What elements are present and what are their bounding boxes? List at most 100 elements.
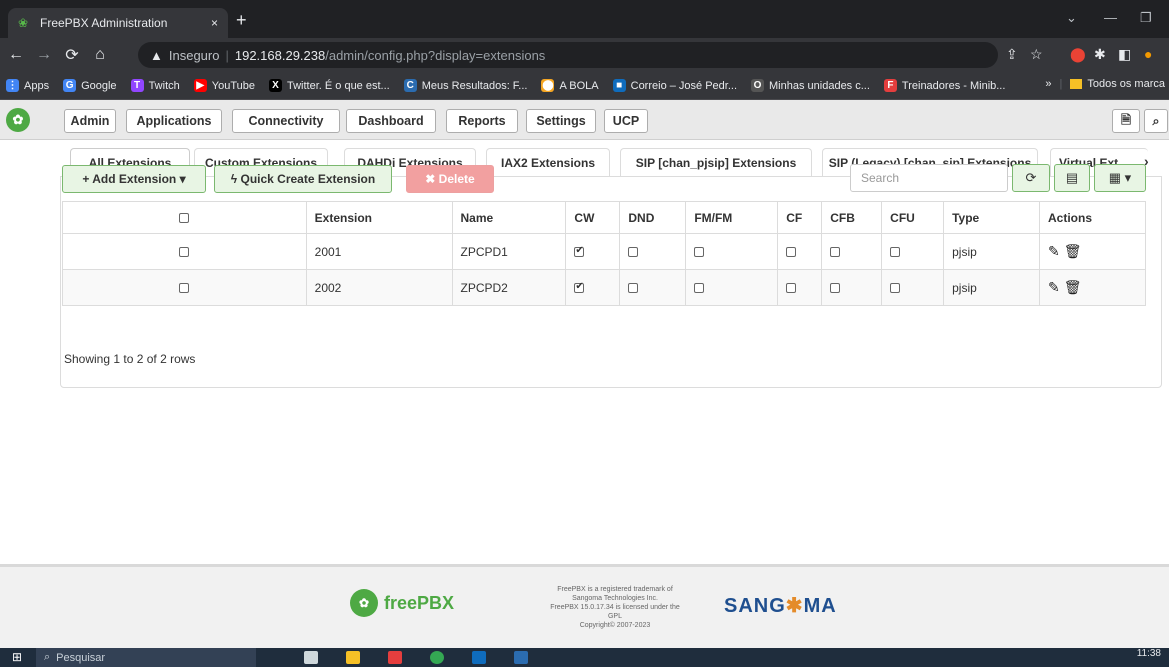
extension-number: 2002 bbox=[314, 280, 342, 295]
columns-dropdown-icon[interactable]: ▦ ▾ bbox=[1094, 164, 1146, 192]
menu-ucp[interactable]: UCP bbox=[604, 109, 648, 133]
legal-line[interactable]: GPL bbox=[520, 612, 710, 621]
all-bookmarks-label[interactable]: Todos os marca bbox=[1087, 78, 1165, 90]
tab-pjsip-extensions[interactable]: SIP [chan_pjsip] Extensions bbox=[620, 148, 812, 176]
tab-close-icon[interactable]: × bbox=[211, 16, 218, 30]
bookmark-item[interactable]: X Twitter. É o que est... bbox=[268, 79, 390, 92]
freepbx-frog-icon: ✿ bbox=[350, 589, 378, 617]
cw-checkbox[interactable] bbox=[574, 281, 585, 294]
edit-icon[interactable]: ✎ bbox=[1048, 243, 1060, 259]
menu-connectivity[interactable]: Connectivity bbox=[232, 109, 340, 133]
restore-icon[interactable]: ❐ bbox=[1140, 10, 1152, 26]
column-header-name[interactable]: Name bbox=[451, 201, 567, 234]
security-label[interactable]: Inseguro bbox=[169, 48, 220, 63]
tab-search-icon[interactable]: ⌄ bbox=[1066, 10, 1077, 26]
cfb-checkbox[interactable] bbox=[830, 283, 841, 294]
delete-icon[interactable]: 🗑 bbox=[1064, 243, 1082, 259]
legal-line: FreePBX 15.0.17.34 is licensed under the bbox=[550, 604, 680, 611]
row-select-checkbox[interactable] bbox=[179, 283, 190, 294]
reload-icon[interactable]: ⟳ bbox=[60, 45, 84, 65]
file-explorer-icon[interactable] bbox=[346, 651, 360, 664]
home-icon[interactable]: ⌂ bbox=[88, 46, 112, 64]
bookmark-item[interactable]: O Minhas unidades c... bbox=[751, 79, 870, 92]
outlook-icon[interactable] bbox=[472, 651, 486, 664]
legal-line: Sangoma Technologies Inc. bbox=[572, 595, 658, 602]
column-header-cfb[interactable]: CFB bbox=[821, 201, 883, 234]
chrome-icon[interactable] bbox=[430, 651, 444, 664]
bookmark-favicon-icon: C bbox=[403, 79, 417, 92]
taskbar-search[interactable]: ⌕ Pesquisar bbox=[36, 648, 256, 667]
bookmark-item[interactable]: ▶ YouTube bbox=[193, 79, 255, 92]
menu-admin[interactable]: Admin bbox=[64, 109, 116, 133]
menu-applications[interactable]: Applications bbox=[126, 109, 222, 133]
cfu-checkbox[interactable] bbox=[890, 283, 901, 294]
bookmark-item[interactable]: F Treinadores - Minib... bbox=[883, 79, 1005, 92]
column-header-cfu[interactable]: CFU bbox=[881, 201, 945, 234]
forward-icon[interactable]: → bbox=[32, 46, 56, 64]
select-all-checkbox[interactable] bbox=[179, 213, 190, 224]
share-icon[interactable]: ⇪ bbox=[1006, 46, 1018, 63]
column-header-type[interactable]: Type bbox=[943, 201, 1041, 234]
warning-icon[interactable]: ▲ bbox=[150, 48, 163, 63]
row-select-checkbox[interactable] bbox=[179, 247, 190, 258]
freepbx-footer-logo[interactable]: ✿ freePBX bbox=[350, 589, 454, 617]
bookmark-star-icon[interactable]: ☆ bbox=[1030, 46, 1043, 63]
taskbar-clock[interactable]: 11:38 bbox=[1137, 648, 1161, 659]
new-tab-button[interactable]: + bbox=[236, 10, 247, 30]
column-header-extension[interactable]: Extension bbox=[305, 201, 453, 234]
windows-start-icon[interactable]: ⊞ bbox=[12, 650, 22, 664]
edit-icon[interactable]: ✎ bbox=[1048, 279, 1060, 295]
column-header-cw[interactable]: CW bbox=[565, 201, 621, 234]
bookmark-item[interactable]: ⋮ Apps bbox=[6, 79, 49, 92]
app-icon-2[interactable] bbox=[514, 651, 528, 664]
column-header-fmfm[interactable]: FM/FM bbox=[685, 201, 779, 234]
toggle-view-icon[interactable]: ▤ bbox=[1054, 164, 1090, 192]
language-icon[interactable]: 🗎 bbox=[1112, 109, 1140, 133]
more-bookmarks-icon[interactable]: » bbox=[1045, 78, 1051, 90]
side-panel-icon[interactable]: ◧ bbox=[1118, 46, 1131, 63]
cf-checkbox[interactable] bbox=[786, 247, 797, 258]
task-view-icon[interactable] bbox=[304, 651, 318, 664]
browser-tab[interactable]: ❀ FreePBX Administration × bbox=[8, 8, 228, 38]
menu-reports[interactable]: Reports bbox=[446, 109, 518, 133]
bookmark-item[interactable]: ■ Correio – José Pedr... bbox=[612, 79, 737, 92]
cfb-cell bbox=[821, 233, 883, 270]
extensions-puzzle-icon[interactable]: ✱ bbox=[1094, 46, 1106, 63]
tab-iax2-extensions[interactable]: IAX2 Extensions bbox=[486, 148, 610, 176]
bookmark-favicon-icon: O bbox=[751, 79, 765, 92]
cf-checkbox[interactable] bbox=[786, 283, 797, 294]
bookmarks-overflow[interactable]: » | Todos os marca bbox=[1045, 78, 1165, 90]
fmfm-checkbox[interactable] bbox=[694, 283, 705, 294]
address-bar[interactable]: ▲ Inseguro | 192.168.29.238/admin/config… bbox=[138, 42, 998, 68]
cfu-checkbox[interactable] bbox=[890, 247, 901, 258]
delete-icon[interactable]: 🗑 bbox=[1064, 279, 1082, 295]
sangoma-logo[interactable]: SANG✱MA bbox=[724, 593, 837, 618]
minimize-icon[interactable]: — bbox=[1104, 10, 1117, 25]
column-header-cf[interactable]: CF bbox=[777, 201, 823, 234]
menu-settings[interactable]: Settings bbox=[526, 109, 596, 133]
refresh-icon[interactable]: ⟳ bbox=[1012, 164, 1050, 192]
profile-avatar-icon[interactable]: ● bbox=[1144, 46, 1152, 62]
dnd-checkbox[interactable] bbox=[628, 247, 639, 258]
app-icon[interactable] bbox=[388, 651, 402, 664]
add-extension-button[interactable]: + Add Extension ▾ bbox=[62, 165, 206, 193]
fmfm-checkbox[interactable] bbox=[694, 247, 705, 258]
cw-checkbox[interactable] bbox=[574, 245, 585, 258]
bookmark-item[interactable]: G Google bbox=[63, 79, 117, 92]
column-header-dnd[interactable]: DND bbox=[619, 201, 687, 234]
bookmark-label: Minhas unidades c... bbox=[769, 79, 870, 92]
quick-create-extension-button[interactable]: ϟ Quick Create Extension bbox=[214, 165, 392, 193]
extension-icon[interactable]: ⬤ bbox=[1070, 46, 1086, 63]
freepbx-logo-icon[interactable]: ✿ bbox=[6, 108, 30, 132]
search-input[interactable]: Search bbox=[850, 164, 1008, 192]
back-icon[interactable]: ← bbox=[4, 46, 28, 64]
search-icon[interactable]: ⌕ bbox=[1144, 109, 1168, 133]
bookmark-item[interactable]: ⬤ A BOLA bbox=[541, 79, 599, 92]
menu-dashboard[interactable]: Dashboard bbox=[346, 109, 436, 133]
delete-button[interactable]: ✖ Delete bbox=[406, 165, 494, 193]
dnd-checkbox[interactable] bbox=[628, 283, 639, 294]
bookmark-item[interactable]: C Meus Resultados: F... bbox=[403, 79, 527, 92]
cfb-checkbox[interactable] bbox=[830, 247, 841, 258]
bookmark-item[interactable]: T Twitch bbox=[130, 79, 180, 92]
row-select-cell bbox=[62, 233, 307, 270]
